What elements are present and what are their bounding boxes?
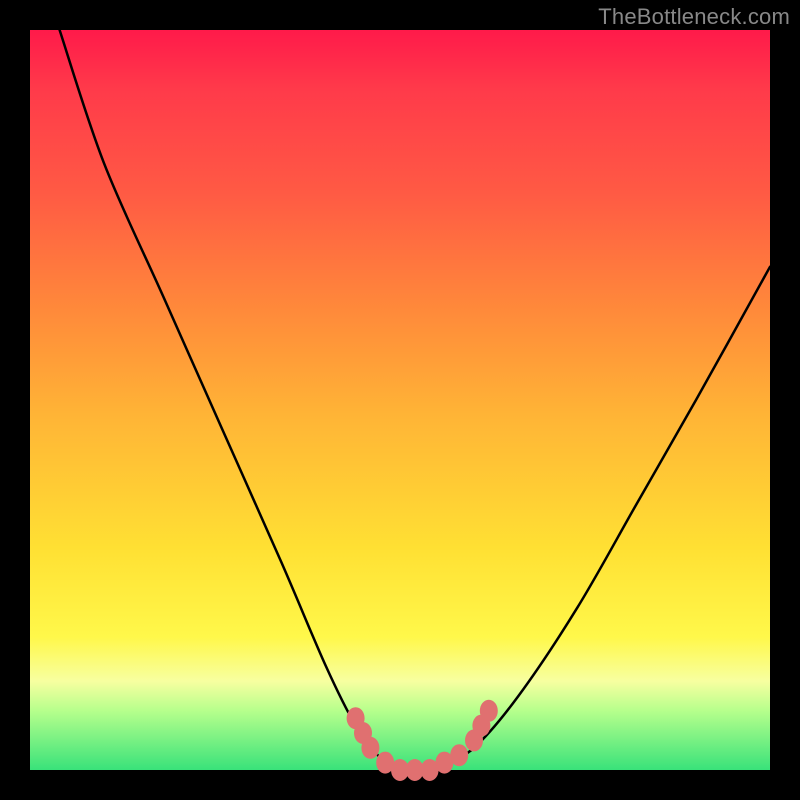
chart-frame: TheBottleneck.com <box>0 0 800 800</box>
trough-marker <box>450 744 468 766</box>
trough-marker <box>480 700 498 722</box>
curve-svg <box>30 30 770 770</box>
bottleneck-curve <box>60 30 770 771</box>
trough-markers <box>347 700 498 781</box>
trough-marker <box>361 737 379 759</box>
plot-area <box>30 30 770 770</box>
attribution-text: TheBottleneck.com <box>598 4 790 30</box>
